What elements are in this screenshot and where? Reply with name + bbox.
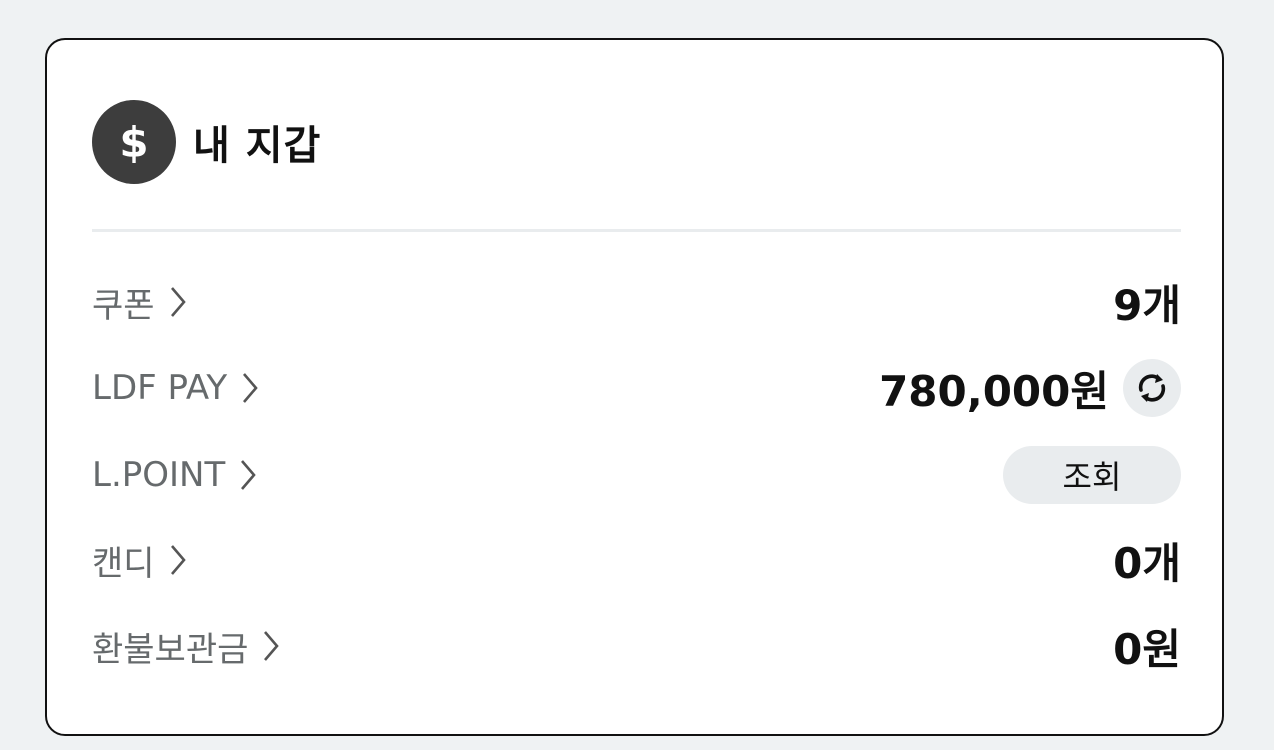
dollar-coin-icon: $ — [92, 100, 176, 184]
ldf-pay-value-wrap: 780,000원 — [879, 358, 1181, 419]
chevron-right-icon — [262, 629, 280, 663]
refresh-icon — [1138, 374, 1166, 402]
ldf-pay-link[interactable]: LDF PAY — [92, 368, 259, 408]
chevron-right-icon — [169, 285, 187, 319]
wallet-title: 내 지갑 — [193, 123, 322, 169]
divider — [92, 229, 1181, 232]
candy-link[interactable]: 캔디 — [92, 536, 187, 585]
row-candy: 캔디 0개 — [92, 530, 1181, 590]
wallet-header: $ 내 지갑 — [92, 100, 321, 184]
row-coupon: 쿠폰 9개 — [92, 272, 1181, 332]
coupon-count: 9개 — [1113, 280, 1181, 330]
coupon-label: 쿠폰 — [92, 285, 155, 326]
refund-balance-label: 환불보관금 — [92, 629, 249, 670]
candy-label: 캔디 — [92, 543, 155, 584]
ldf-pay-label: LDF PAY — [92, 368, 228, 408]
wallet-card: $ 내 지갑 쿠폰 9개 LDF PAY 780,000원 L.POINT 조회… — [45, 38, 1224, 736]
coupon-link[interactable]: 쿠폰 — [92, 278, 187, 327]
refund-balance-link[interactable]: 환불보관금 — [92, 622, 280, 671]
ldf-pay-balance: 780,000원 — [879, 366, 1109, 416]
lpoint-link[interactable]: L.POINT — [92, 455, 257, 495]
refund-balance-amount: 0원 — [1113, 624, 1181, 674]
dollar-symbol: $ — [119, 117, 149, 167]
lpoint-label: L.POINT — [92, 455, 226, 495]
row-lpoint: L.POINT 조회 — [92, 445, 1181, 505]
chevron-right-icon — [241, 371, 259, 405]
row-refund-balance: 환불보관금 0원 — [92, 616, 1181, 676]
lpoint-inquiry-button[interactable]: 조회 — [1003, 446, 1181, 504]
refresh-button[interactable] — [1123, 359, 1181, 417]
row-ldf-pay: LDF PAY 780,000원 — [92, 358, 1181, 418]
chevron-right-icon — [169, 543, 187, 577]
chevron-right-icon — [239, 458, 257, 492]
candy-count: 0개 — [1113, 538, 1181, 588]
